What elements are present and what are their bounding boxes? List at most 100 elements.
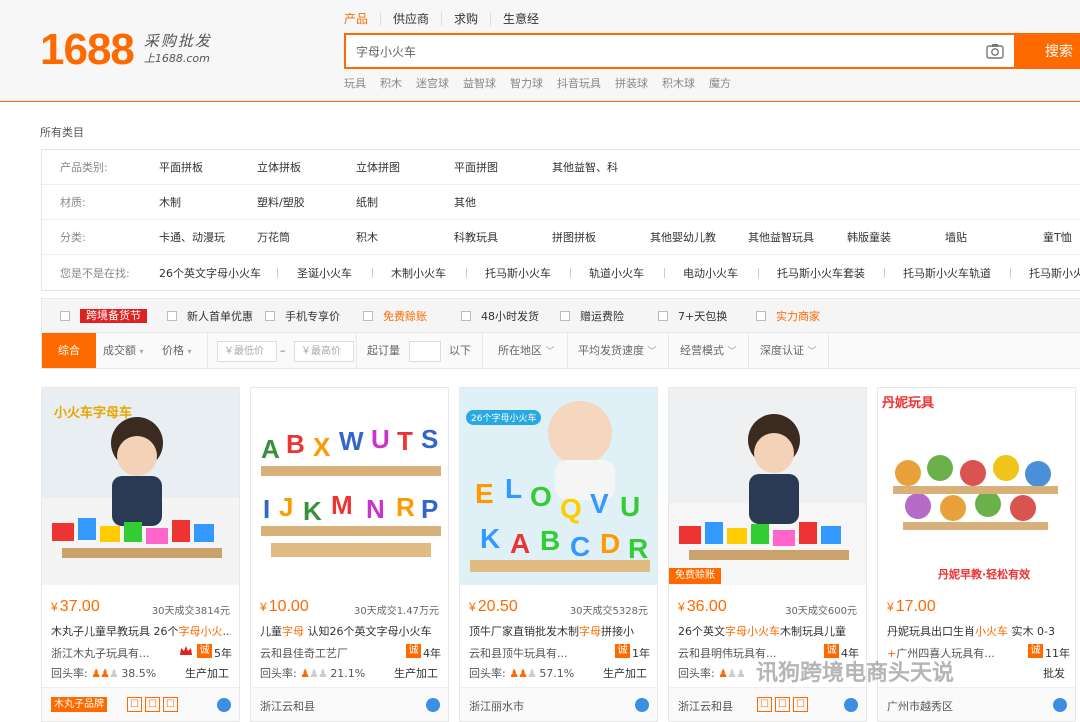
chat-icon[interactable] [1053, 698, 1067, 712]
product-title[interactable]: 木丸子儿童早教玩具 26个字母小火... [51, 623, 231, 639]
product-image[interactable]: ELO QVU KAB CDR 26个字母小火车 [460, 388, 657, 585]
filter-option[interactable]: 其他婴幼儿教 [650, 229, 716, 245]
hot-word[interactable]: 积木 [380, 75, 402, 91]
checkbox[interactable] [167, 310, 177, 321]
product-image[interactable]: ABX WUT S IJK MNR P [251, 388, 448, 585]
service-shipping-insurance[interactable]: 赠运费险 [560, 308, 624, 324]
tab-supplier[interactable]: 供应商 [380, 12, 441, 26]
sort-price[interactable]: 价格 ▾ [162, 333, 192, 368]
filter-option[interactable]: 平面拼板 [159, 159, 203, 175]
search-input[interactable] [346, 36, 966, 66]
filter-option[interactable]: 纸制 [356, 194, 378, 210]
sort-volume[interactable]: 成交额 ▾ [103, 333, 144, 368]
checkbox[interactable] [265, 310, 275, 321]
product-card[interactable]: 小火车字母车 ¥37.00 30天成交3814元 木丸子儿童早教玩具 26个字母… [41, 387, 240, 722]
tab-product[interactable]: 产品 [344, 12, 380, 26]
suggest-link[interactable]: 26个英文字母小火车 [159, 265, 261, 281]
filter-option[interactable]: 木制 [159, 194, 181, 210]
chat-icon[interactable] [635, 698, 649, 712]
service-7day-exchange[interactable]: 7+天包换 [658, 308, 727, 324]
hot-word[interactable]: 益智球 [463, 75, 496, 91]
service-48h-ship[interactable]: 48小时发货 [461, 308, 539, 324]
breadcrumb[interactable]: 所有类目 [40, 124, 84, 140]
suggest-link[interactable]: 木制小火车 [391, 265, 446, 281]
filter-location[interactable]: 所在地区 ﹀ [498, 333, 555, 368]
filter-option[interactable]: 其他益智玩具 [748, 229, 814, 245]
sort-comprehensive[interactable]: 综合 [42, 333, 96, 368]
checkbox[interactable] [461, 310, 471, 321]
filter-certification[interactable]: 深度认证 ﹀ [760, 333, 817, 368]
svg-text:I: I [263, 494, 270, 524]
suggest-link[interactable]: 托马斯小火 [1029, 265, 1080, 281]
filter-option[interactable]: 万花筒 [257, 229, 290, 245]
image-caption: 26个字母小火车 [466, 410, 542, 425]
product-card[interactable]: ELO QVU KAB CDR 26个字母小火车 ¥20.50 30天成交532… [459, 387, 658, 722]
filter-biz-mode[interactable]: 经营模式 ﹀ [680, 333, 737, 368]
filter-option[interactable]: 积木 [356, 229, 378, 245]
hot-word[interactable]: 抖音玩具 [557, 75, 601, 91]
filter-option[interactable]: 卡通、动漫玩 [159, 229, 225, 245]
product-title[interactable]: 顶牛厂家直销批发木制字母拼接小 [469, 623, 649, 639]
checkbox[interactable] [658, 310, 668, 321]
hot-word[interactable]: 拼装球 [615, 75, 648, 91]
suggest-link[interactable]: 轨道小火车 [589, 265, 644, 281]
filter-option[interactable]: 其他益智、科 [552, 159, 618, 175]
filter-option[interactable]: 塑料/塑胶 [257, 194, 305, 210]
hot-word[interactable]: 智力球 [510, 75, 543, 91]
checkbox[interactable] [363, 310, 373, 321]
hot-word[interactable]: 魔方 [709, 75, 731, 91]
filter-option[interactable]: 其他 [454, 194, 476, 210]
suggest-link[interactable]: 托马斯小火车 [485, 265, 551, 281]
filter-option[interactable]: 韩版童装 [847, 229, 891, 245]
checkbox[interactable] [756, 310, 766, 321]
hot-word[interactable]: 迷宫球 [416, 75, 449, 91]
chat-icon[interactable] [844, 698, 858, 712]
service-mobile-price[interactable]: 手机专享价 [265, 308, 340, 324]
moq-input[interactable] [409, 341, 441, 362]
hot-word[interactable]: 积木球 [662, 75, 695, 91]
max-price-input[interactable]: ￥最高价 [294, 341, 354, 362]
suggest-link[interactable]: 托马斯小火车轨道 [903, 265, 991, 281]
company-name[interactable]: 云和县佳奇工艺厂 [260, 645, 380, 661]
chat-icon[interactable] [217, 698, 231, 712]
filter-ship-speed[interactable]: 平均发货速度 ﹀ [578, 333, 657, 368]
product-image[interactable]: 丹妮早教·轻松有效 丹妮玩具 [878, 388, 1075, 585]
suggest-link[interactable]: 圣诞小火车 [297, 265, 352, 281]
product-title[interactable]: 丹妮玩具出口生肖小火车 实木 0-3 [887, 623, 1067, 639]
search-button[interactable]: 搜索 [1015, 33, 1080, 69]
service-free-credit[interactable]: 免费赊账 [363, 308, 427, 324]
hot-word[interactable]: 玩具 [344, 75, 366, 91]
filter-option[interactable]: 拼图拼板 [552, 229, 596, 245]
min-price-input[interactable]: ￥最低价 [217, 341, 277, 362]
service-badge: ☐ [127, 697, 142, 712]
product-image[interactable]: 小火车字母车 [42, 388, 239, 585]
tab-buying-request[interactable]: 求购 [441, 12, 490, 26]
chat-icon[interactable] [426, 698, 440, 712]
camera-icon[interactable] [986, 43, 1004, 59]
filter-option[interactable]: 科教玩具 [454, 229, 498, 245]
filter-option[interactable]: 童T恤 [1043, 229, 1072, 245]
company-name[interactable]: 云和县顶牛玩具有... [469, 645, 589, 661]
filter-option[interactable]: 立体拼板 [257, 159, 301, 175]
site-logo[interactable]: 1688 采购批发 上1688.com [40, 28, 212, 72]
checkbox[interactable] [560, 310, 570, 321]
product-card[interactable]: ABX WUT S IJK MNR P ¥10.00 30天成交1.47万元 儿… [250, 387, 449, 722]
service-power-merchant[interactable]: 实力商家 [756, 308, 820, 324]
product-price: ¥10.00 [260, 598, 309, 615]
filter-label: 您是不是在找: [60, 266, 130, 280]
product-title[interactable]: 儿童字母 认知26个英文字母小火车 [260, 623, 440, 639]
service-new-user[interactable]: 新人首单优惠 [167, 308, 253, 324]
suggest-link[interactable]: 电动小火车 [683, 265, 738, 281]
tab-business-tips[interactable]: 生意经 [490, 12, 551, 26]
filter-option[interactable]: 立体拼图 [356, 159, 400, 175]
repurchase-rate: 回头率: ♟♟♟ 21.1% [260, 667, 366, 680]
filter-option[interactable]: 平面拼图 [454, 159, 498, 175]
filter-option[interactable]: 墙贴 [945, 229, 967, 245]
product-image[interactable] [669, 388, 866, 585]
svg-text:X: X [313, 432, 331, 462]
product-title[interactable]: 26个英文字母小火车木制玩具儿童 [678, 623, 858, 639]
suggest-link[interactable]: 托马斯小火车套装 [777, 265, 865, 281]
service-cross-border[interactable]: 跨境备货节 [60, 308, 147, 323]
company-name[interactable]: 浙江木丸子玩具有... [51, 645, 171, 661]
checkbox[interactable] [60, 310, 70, 321]
